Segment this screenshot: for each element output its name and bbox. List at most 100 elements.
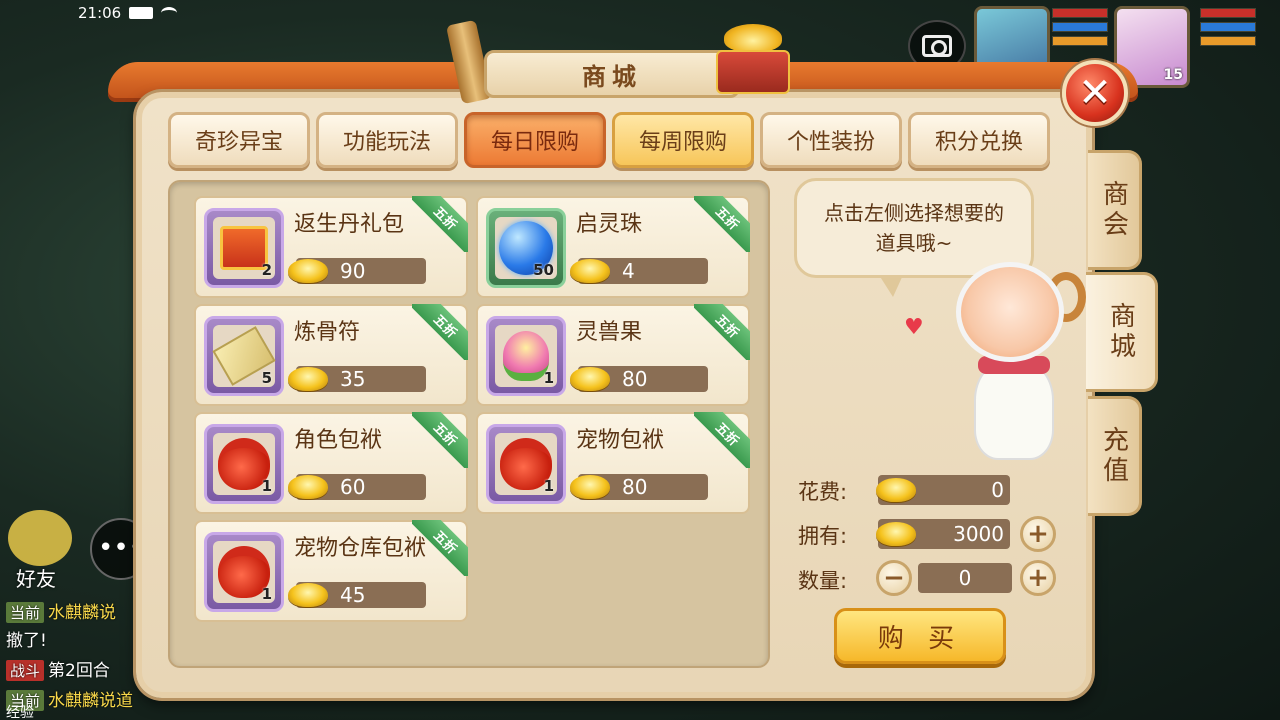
owned-label: 拥有: bbox=[798, 524, 848, 548]
item-price: 45 bbox=[288, 582, 426, 608]
friend-label[interactable]: 好友 bbox=[16, 563, 56, 592]
discount-badge: 五折 bbox=[412, 520, 468, 576]
gold-ingot-icon bbox=[288, 475, 328, 499]
item-quantity: 1 bbox=[261, 585, 272, 603]
gold-ingot-icon bbox=[288, 259, 328, 283]
item-price: 4 bbox=[570, 258, 708, 284]
tab-rare-treasures[interactable]: 奇珍异宝 bbox=[168, 112, 310, 168]
item-icon-frame: 1 bbox=[204, 424, 284, 504]
item-quantity: 1 bbox=[261, 477, 272, 495]
side-tab-recharge[interactable]: 充值 bbox=[1088, 396, 1142, 516]
mascot-head bbox=[956, 262, 1064, 362]
owned-value-box: 3000 bbox=[876, 519, 1010, 549]
price-value: 80 bbox=[622, 475, 648, 499]
gold-ingot-icon bbox=[876, 522, 916, 546]
item-quantity: 5 bbox=[261, 369, 272, 387]
tab-customization[interactable]: 个性装扮 bbox=[760, 112, 902, 168]
item-card-character-bag[interactable]: 1 角色包袱 60 五折 bbox=[194, 412, 468, 514]
discount-badge: 五折 bbox=[694, 304, 750, 360]
gold-ingot-icon bbox=[570, 259, 610, 283]
chat-text: 第2回合 bbox=[48, 661, 110, 681]
mascot-character bbox=[938, 252, 1088, 466]
buy-button[interactable]: 购 买 bbox=[834, 608, 1006, 664]
item-card-lingshouguo[interactable]: 1 灵兽果 80 五折 bbox=[476, 304, 750, 406]
item-card-fanshengdan[interactable]: 2 返生丹礼包 90 五折 bbox=[194, 196, 468, 298]
party-stat-bars-2 bbox=[1200, 8, 1256, 46]
wifi-icon bbox=[161, 7, 178, 19]
item-card-lianzufu[interactable]: 5 炼骨符 35 五折 bbox=[194, 304, 468, 406]
item-quantity: 1 bbox=[543, 477, 554, 495]
gold-ingot-icon bbox=[570, 367, 610, 391]
tab-daily-limited[interactable]: 每日限购 bbox=[464, 112, 606, 168]
close-button[interactable]: ✕ bbox=[1062, 60, 1128, 126]
item-price: 60 bbox=[288, 474, 426, 500]
discount-badge: 五折 bbox=[694, 412, 750, 468]
item-icon: 1 bbox=[213, 541, 275, 603]
tab-weekly-limited[interactable]: 每周限购 bbox=[612, 112, 754, 168]
item-name: 灵兽果 bbox=[576, 320, 643, 345]
item-name: 返生丹礼包 bbox=[294, 212, 405, 237]
side-tab-mall[interactable]: 商城 bbox=[1086, 272, 1158, 392]
item-icon-frame: 50 bbox=[486, 208, 566, 288]
price-value: 60 bbox=[340, 475, 366, 499]
chat-sender: 水麒麟说道 bbox=[48, 691, 134, 711]
mp-bar bbox=[1052, 22, 1108, 32]
quantity-minus-button[interactable]: − bbox=[876, 560, 912, 596]
recharge-plus-button[interactable]: + bbox=[1020, 516, 1056, 552]
window-title-banner: 商城 bbox=[484, 50, 740, 98]
item-quantity: 1 bbox=[543, 369, 554, 387]
item-price: 90 bbox=[288, 258, 426, 284]
chat-line: 当前 水麒麟说 bbox=[6, 598, 116, 623]
tab-points-exchange[interactable]: 积分兑换 bbox=[908, 112, 1050, 168]
quantity-label: 数量: bbox=[798, 569, 848, 593]
hp-bar bbox=[1200, 8, 1256, 18]
side-tab-guild-shop[interactable]: 商会 bbox=[1088, 150, 1142, 270]
gold-ingot-icon bbox=[288, 583, 328, 607]
clock: 21:06 bbox=[78, 4, 122, 22]
price-value: 35 bbox=[340, 367, 366, 391]
plus-icon: + bbox=[1027, 563, 1049, 593]
party-stat-bars-1 bbox=[1052, 8, 1108, 46]
category-tabs: 奇珍异宝 功能玩法 每日限购 每周限购 个性装扮 积分兑换 bbox=[168, 112, 1050, 168]
price-value: 90 bbox=[340, 259, 366, 283]
gold-shrine-icon bbox=[710, 24, 796, 94]
item-list-panel: 2 返生丹礼包 90 五折 50 启灵珠 4 五折 5 炼骨符 35 五折 1 … bbox=[168, 180, 770, 668]
item-icon: 50 bbox=[495, 217, 557, 279]
item-quantity: 2 bbox=[261, 261, 272, 279]
chat-line: 战斗 第2回合 bbox=[6, 656, 110, 681]
item-price: 80 bbox=[570, 366, 708, 392]
camera-icon bbox=[922, 35, 952, 57]
hp-bar bbox=[1052, 8, 1108, 18]
item-card-pet-warehouse-bag[interactable]: 1 宠物仓库包袱 45 五折 bbox=[194, 520, 468, 622]
quantity-field[interactable]: 0 bbox=[918, 563, 1012, 593]
item-icon: 1 bbox=[495, 325, 557, 387]
item-icon-frame: 5 bbox=[204, 316, 284, 396]
chat-channel-tag: 战斗 bbox=[6, 660, 45, 681]
party-level: 15 bbox=[1163, 67, 1183, 83]
close-icon: ✕ bbox=[1078, 70, 1112, 116]
quantity-plus-button[interactable]: + bbox=[1020, 560, 1056, 596]
chat-line: 撤了! bbox=[6, 626, 47, 651]
plus-icon: + bbox=[1027, 519, 1049, 549]
item-icon-frame: 1 bbox=[204, 532, 284, 612]
shrine-icon bbox=[716, 50, 790, 94]
cost-label: 花费: bbox=[798, 480, 848, 504]
item-icon-frame: 1 bbox=[486, 424, 566, 504]
item-name: 启灵珠 bbox=[576, 212, 643, 237]
cost-value: 0 bbox=[991, 478, 1004, 502]
item-icon: 5 bbox=[212, 325, 276, 387]
quantity-value: 0 bbox=[958, 566, 972, 590]
tab-features[interactable]: 功能玩法 bbox=[316, 112, 458, 168]
price-value: 4 bbox=[622, 259, 635, 283]
item-card-qilingzhu[interactable]: 50 启灵珠 4 五折 bbox=[476, 196, 750, 298]
item-card-pet-bag[interactable]: 1 宠物包袱 80 五折 bbox=[476, 412, 750, 514]
sp-bar bbox=[1200, 36, 1256, 46]
discount-badge: 五折 bbox=[412, 304, 468, 360]
item-name: 宠物包袱 bbox=[576, 428, 665, 453]
status-bar: 21:06 bbox=[78, 4, 178, 22]
item-icon: 1 bbox=[495, 433, 557, 495]
mascot-body bbox=[974, 360, 1054, 460]
heart-icon: ♥ bbox=[904, 315, 924, 340]
gold-ingot-icon bbox=[570, 475, 610, 499]
friend-icon[interactable] bbox=[8, 510, 72, 566]
